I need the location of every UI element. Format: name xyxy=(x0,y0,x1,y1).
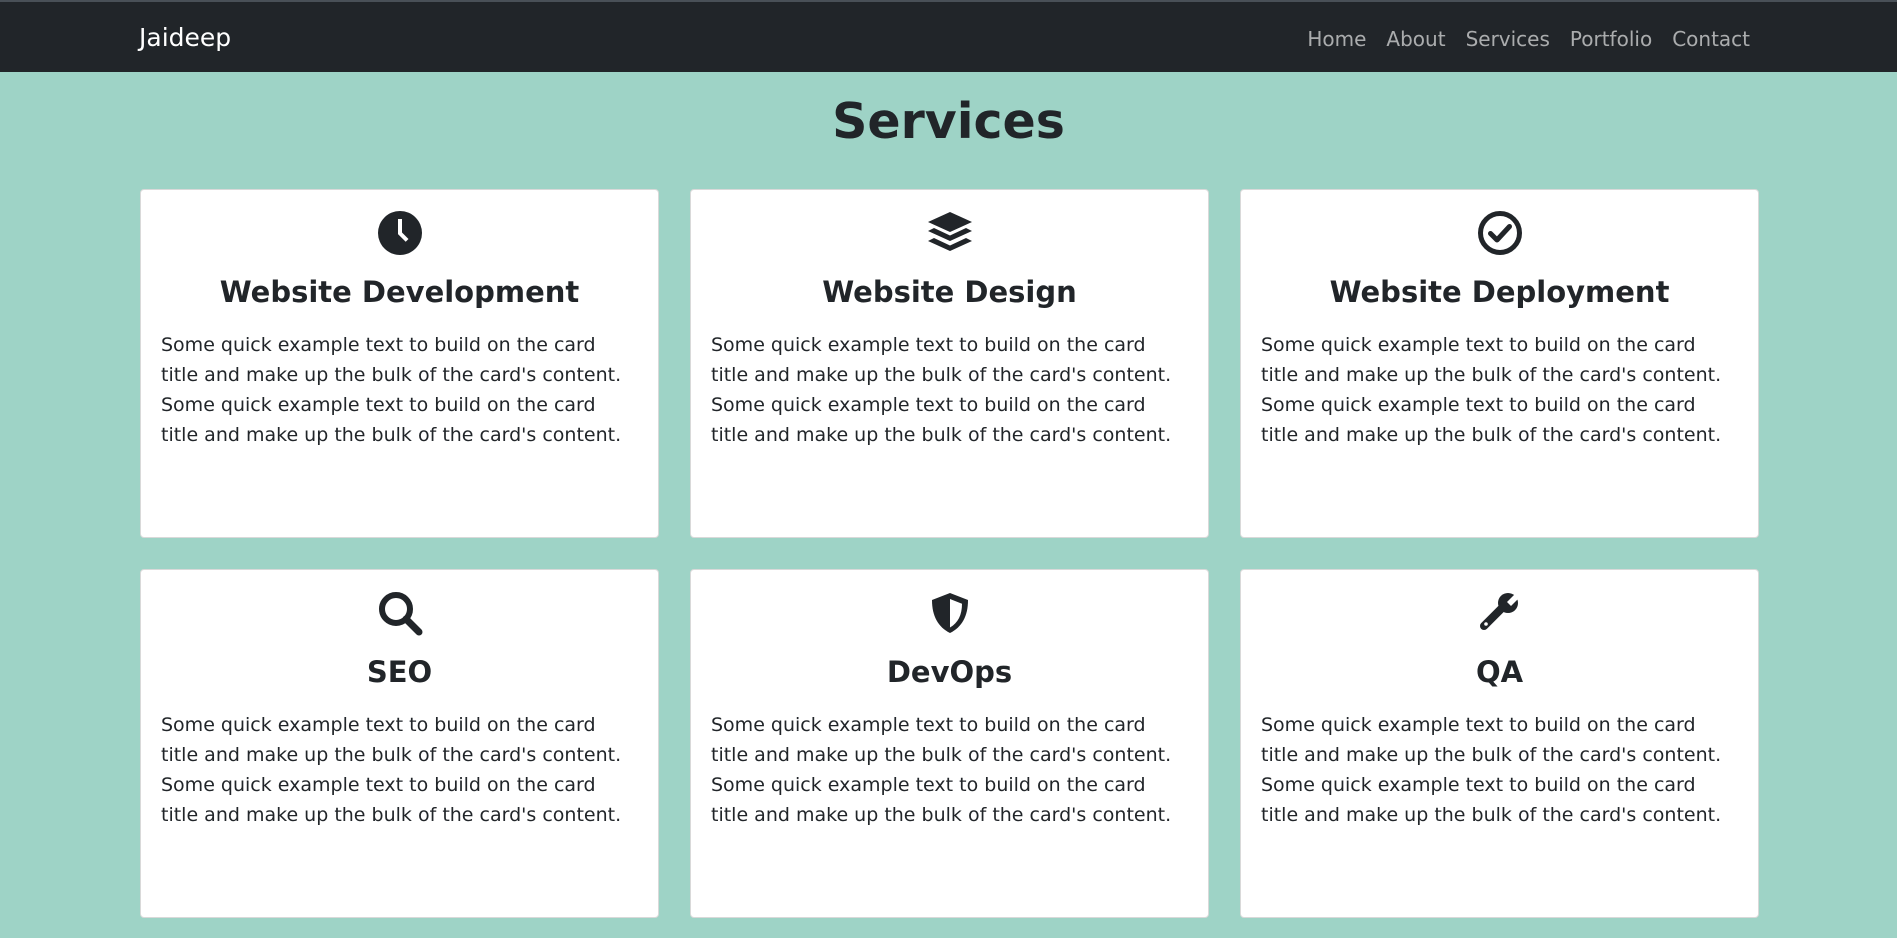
brand-link[interactable]: Jaideep xyxy=(139,23,231,53)
card-text: Some quick example text to build on the … xyxy=(711,714,1172,826)
wrench-icon xyxy=(1261,590,1738,636)
nav-link-portfolio[interactable]: Portfolio xyxy=(1570,26,1652,52)
card-title: Website Deployment xyxy=(1329,275,1670,309)
nav-links: Home About Services Portfolio Contact xyxy=(1307,26,1750,52)
card-title: QA xyxy=(1475,655,1524,689)
nav-link-contact[interactable]: Contact xyxy=(1672,26,1750,52)
service-card: QA Some quick example text to build on t… xyxy=(1240,569,1759,918)
service-card: DevOps Some quick example text to build … xyxy=(690,569,1209,918)
shield-icon xyxy=(711,590,1188,636)
navbar: Jaideep Home About Services Portfolio Co… xyxy=(0,2,1897,72)
nav-link-about[interactable]: About xyxy=(1386,26,1445,52)
service-card: Website Design Some quick example text t… xyxy=(690,189,1209,538)
nav-link-home[interactable]: Home xyxy=(1307,26,1366,52)
card-text: Some quick example text to build on the … xyxy=(1261,334,1722,446)
services-grid: Website Development Some quick example t… xyxy=(140,189,1759,918)
page-title: Services xyxy=(832,93,1065,150)
service-card: SEO Some quick example text to build on … xyxy=(140,569,659,918)
card-text: Some quick example text to build on the … xyxy=(711,334,1172,446)
check-circle-icon xyxy=(1261,210,1738,256)
card-title: Website Design xyxy=(822,275,1077,309)
card-text: Some quick example text to build on the … xyxy=(161,714,622,826)
nav-link-services[interactable]: Services xyxy=(1466,26,1550,52)
layers-icon xyxy=(711,210,1188,256)
service-card: Website Deployment Some quick example te… xyxy=(1240,189,1759,538)
search-icon xyxy=(161,590,638,636)
card-title: Website Development xyxy=(219,275,580,309)
service-card: Website Development Some quick example t… xyxy=(140,189,659,538)
card-text: Some quick example text to build on the … xyxy=(1261,714,1722,826)
card-title: DevOps xyxy=(886,655,1013,689)
card-text: Some quick example text to build on the … xyxy=(161,334,622,446)
clock-icon xyxy=(161,210,638,256)
card-title: SEO xyxy=(366,655,433,689)
